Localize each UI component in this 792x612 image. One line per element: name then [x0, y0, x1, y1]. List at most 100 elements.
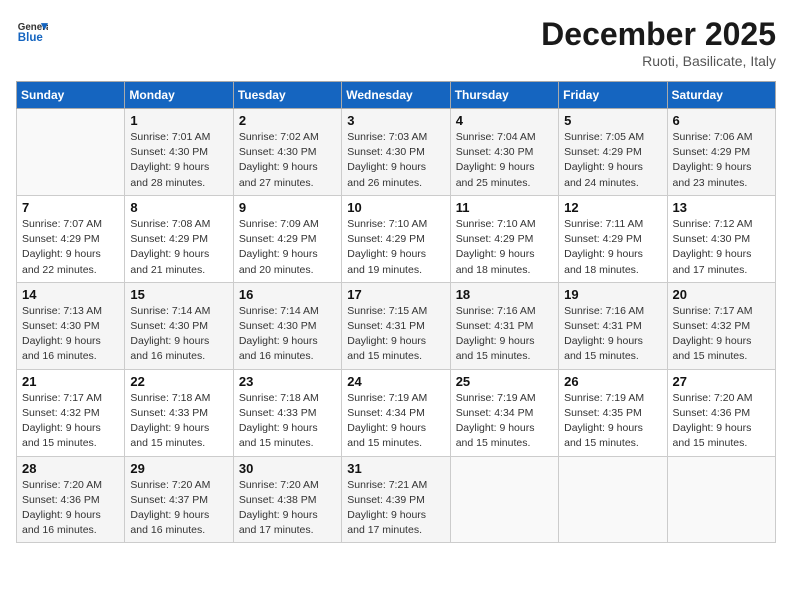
calendar-header: SundayMondayTuesdayWednesdayThursdayFrid…: [17, 82, 776, 109]
day-cell: 7 Sunrise: 7:07 AMSunset: 4:29 PMDaylight…: [17, 195, 125, 282]
day-number: 22: [130, 374, 227, 389]
day-info: Sunrise: 7:10 AMSunset: 4:29 PMDaylight:…: [347, 217, 444, 278]
day-info: Sunrise: 7:20 AMSunset: 4:36 PMDaylight:…: [22, 478, 119, 539]
day-number: 24: [347, 374, 444, 389]
day-number: 20: [673, 287, 770, 302]
day-number: 7: [22, 200, 119, 215]
day-info: Sunrise: 7:18 AMSunset: 4:33 PMDaylight:…: [130, 391, 227, 452]
day-number: 2: [239, 113, 336, 128]
month-title: December 2025: [541, 16, 776, 53]
day-info: Sunrise: 7:20 AMSunset: 4:38 PMDaylight:…: [239, 478, 336, 539]
day-number: 31: [347, 461, 444, 476]
day-info: Sunrise: 7:18 AMSunset: 4:33 PMDaylight:…: [239, 391, 336, 452]
day-info: Sunrise: 7:02 AMSunset: 4:30 PMDaylight:…: [239, 130, 336, 191]
logo: General Blue: [16, 16, 52, 48]
day-cell: 22 Sunrise: 7:18 AMSunset: 4:33 PMDayligh…: [125, 369, 233, 456]
day-number: 19: [564, 287, 661, 302]
header-day-wednesday: Wednesday: [342, 82, 450, 109]
day-number: 9: [239, 200, 336, 215]
day-info: Sunrise: 7:15 AMSunset: 4:31 PMDaylight:…: [347, 304, 444, 365]
day-info: Sunrise: 7:07 AMSunset: 4:29 PMDaylight:…: [22, 217, 119, 278]
day-cell: 1 Sunrise: 7:01 AMSunset: 4:30 PMDaylight…: [125, 109, 233, 196]
day-info: Sunrise: 7:06 AMSunset: 4:29 PMDaylight:…: [673, 130, 770, 191]
day-info: Sunrise: 7:21 AMSunset: 4:39 PMDaylight:…: [347, 478, 444, 539]
day-cell: 6 Sunrise: 7:06 AMSunset: 4:29 PMDaylight…: [667, 109, 775, 196]
day-cell: 13Sunrise: 7:12 AMSunset: 4:30 PMDayligh…: [667, 195, 775, 282]
day-number: 11: [456, 200, 553, 215]
header-day-thursday: Thursday: [450, 82, 558, 109]
day-cell: 21 Sunrise: 7:17 AMSunset: 4:32 PMDayligh…: [17, 369, 125, 456]
day-info: Sunrise: 7:16 AMSunset: 4:31 PMDaylight:…: [456, 304, 553, 365]
day-info: Sunrise: 7:19 AMSunset: 4:34 PMDaylight:…: [347, 391, 444, 452]
day-number: 16: [239, 287, 336, 302]
header-day-monday: Monday: [125, 82, 233, 109]
day-info: Sunrise: 7:20 AMSunset: 4:37 PMDaylight:…: [130, 478, 227, 539]
location: Ruoti, Basilicate, Italy: [541, 53, 776, 69]
day-cell: 3 Sunrise: 7:03 AMSunset: 4:30 PMDaylight…: [342, 109, 450, 196]
day-cell: 20 Sunrise: 7:17 AMSunset: 4:32 PMDayligh…: [667, 282, 775, 369]
day-number: 26: [564, 374, 661, 389]
day-cell: [17, 109, 125, 196]
day-number: 8: [130, 200, 227, 215]
day-cell: 16 Sunrise: 7:14 AMSunset: 4:30 PMDayligh…: [233, 282, 341, 369]
day-info: Sunrise: 7:08 AMSunset: 4:29 PMDaylight:…: [130, 217, 227, 278]
day-number: 4: [456, 113, 553, 128]
day-cell: 9Sunrise: 7:09 AMSunset: 4:29 PMDaylight…: [233, 195, 341, 282]
day-cell: 18Sunrise: 7:16 AMSunset: 4:31 PMDayligh…: [450, 282, 558, 369]
day-cell: 5 Sunrise: 7:05 AMSunset: 4:29 PMDaylight…: [559, 109, 667, 196]
day-cell: 23 Sunrise: 7:18 AMSunset: 4:33 PMDayligh…: [233, 369, 341, 456]
day-info: Sunrise: 7:17 AMSunset: 4:32 PMDaylight:…: [22, 391, 119, 452]
calendar-table: SundayMondayTuesdayWednesdayThursdayFrid…: [16, 81, 776, 543]
header-day-saturday: Saturday: [667, 82, 775, 109]
day-cell: 2 Sunrise: 7:02 AMSunset: 4:30 PMDaylight…: [233, 109, 341, 196]
day-number: 15: [130, 287, 227, 302]
day-cell: 4 Sunrise: 7:04 AMSunset: 4:30 PMDaylight…: [450, 109, 558, 196]
day-cell: 25Sunrise: 7:19 AMSunset: 4:34 PMDayligh…: [450, 369, 558, 456]
week-row-0: 1 Sunrise: 7:01 AMSunset: 4:30 PMDaylight…: [17, 109, 776, 196]
day-number: 23: [239, 374, 336, 389]
day-info: Sunrise: 7:17 AMSunset: 4:32 PMDaylight:…: [673, 304, 770, 365]
day-info: Sunrise: 7:10 AMSunset: 4:29 PMDaylight:…: [456, 217, 553, 278]
header-row: SundayMondayTuesdayWednesdayThursdayFrid…: [17, 82, 776, 109]
day-cell: 14 Sunrise: 7:13 AMSunset: 4:30 PMDayligh…: [17, 282, 125, 369]
day-number: 13: [673, 200, 770, 215]
day-cell: [559, 456, 667, 543]
day-info: Sunrise: 7:14 AMSunset: 4:30 PMDaylight:…: [130, 304, 227, 365]
day-info: Sunrise: 7:03 AMSunset: 4:30 PMDaylight:…: [347, 130, 444, 191]
day-info: Sunrise: 7:11 AMSunset: 4:29 PMDaylight:…: [564, 217, 661, 278]
day-number: 29: [130, 461, 227, 476]
day-number: 6: [673, 113, 770, 128]
day-cell: 27 Sunrise: 7:20 AMSunset: 4:36 PMDayligh…: [667, 369, 775, 456]
day-cell: 17 Sunrise: 7:15 AMSunset: 4:31 PMDayligh…: [342, 282, 450, 369]
day-cell: 15 Sunrise: 7:14 AMSunset: 4:30 PMDayligh…: [125, 282, 233, 369]
day-number: 10: [347, 200, 444, 215]
day-number: 17: [347, 287, 444, 302]
svg-text:Blue: Blue: [18, 32, 44, 44]
day-info: Sunrise: 7:01 AMSunset: 4:30 PMDaylight:…: [130, 130, 227, 191]
day-info: Sunrise: 7:20 AMSunset: 4:36 PMDaylight:…: [673, 391, 770, 452]
header-day-friday: Friday: [559, 82, 667, 109]
header-day-sunday: Sunday: [17, 82, 125, 109]
day-number: 21: [22, 374, 119, 389]
day-number: 14: [22, 287, 119, 302]
day-cell: 10 Sunrise: 7:10 AMSunset: 4:29 PMDayligh…: [342, 195, 450, 282]
day-number: 1: [130, 113, 227, 128]
day-number: 27: [673, 374, 770, 389]
day-number: 3: [347, 113, 444, 128]
day-info: Sunrise: 7:04 AMSunset: 4:30 PMDaylight:…: [456, 130, 553, 191]
day-info: Sunrise: 7:13 AMSunset: 4:30 PMDaylight:…: [22, 304, 119, 365]
day-number: 30: [239, 461, 336, 476]
week-row-1: 7 Sunrise: 7:07 AMSunset: 4:29 PMDaylight…: [17, 195, 776, 282]
title-section: December 2025 Ruoti, Basilicate, Italy: [541, 16, 776, 69]
day-number: 5: [564, 113, 661, 128]
week-row-3: 21 Sunrise: 7:17 AMSunset: 4:32 PMDayligh…: [17, 369, 776, 456]
day-number: 28: [22, 461, 119, 476]
day-number: 25: [456, 374, 553, 389]
day-cell: 24 Sunrise: 7:19 AMSunset: 4:34 PMDayligh…: [342, 369, 450, 456]
day-info: Sunrise: 7:05 AMSunset: 4:29 PMDaylight:…: [564, 130, 661, 191]
week-row-2: 14 Sunrise: 7:13 AMSunset: 4:30 PMDayligh…: [17, 282, 776, 369]
week-row-4: 28 Sunrise: 7:20 AMSunset: 4:36 PMDayligh…: [17, 456, 776, 543]
day-info: Sunrise: 7:16 AMSunset: 4:31 PMDaylight:…: [564, 304, 661, 365]
day-cell: [667, 456, 775, 543]
day-info: Sunrise: 7:14 AMSunset: 4:30 PMDaylight:…: [239, 304, 336, 365]
